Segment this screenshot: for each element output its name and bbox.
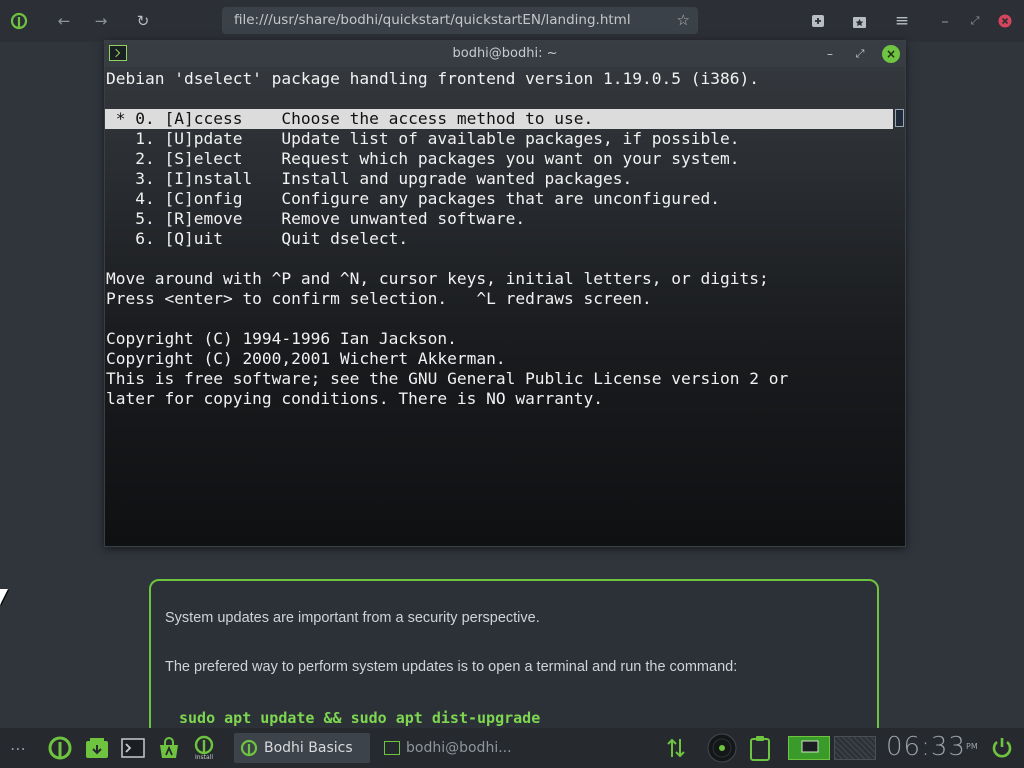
menu-item-update[interactable]: 1. [U]pdate Update list of available pac…	[105, 129, 905, 149]
bookmarks-icon[interactable]	[846, 8, 872, 34]
help-line: Move around with ^P and ^N, cursor keys,…	[106, 269, 769, 288]
menu-item-access[interactable]: * 0. [A]ccess Choose the access method t…	[105, 109, 893, 129]
reload-icon[interactable]: ↻	[130, 8, 156, 34]
task-label: bodhi@bodhi...	[406, 740, 512, 756]
menu-item-config[interactable]: 4. [C]onfig Configure any packages that …	[105, 189, 905, 209]
url-input[interactable]: file:///usr/share/bodhi/quickstart/quick…	[222, 7, 698, 34]
browser-toolbar: ← → ↻ file:///usr/share/bodhi/quickstart…	[0, 0, 1024, 42]
terminal-window[interactable]: bodhi@bodhi: ~ – ⤢ × Debian 'dselect' pa…	[104, 40, 906, 547]
license-line: This is free software; see the GNU Gener…	[106, 369, 789, 388]
menu-item-remove[interactable]: 5. [R]emove Remove unwanted software.	[105, 209, 905, 229]
terminal-title: bodhi@bodhi: ~	[452, 46, 558, 61]
terminal-titlebar[interactable]: bodhi@bodhi: ~ – ⤢ ×	[105, 41, 905, 67]
menu-item-install[interactable]: 3. [I]nstall Install and upgrade wanted …	[105, 169, 905, 189]
bookmark-star-icon[interactable]: ☆	[677, 11, 690, 29]
task-bodhi-basics[interactable]: Bodhi Basics	[234, 733, 370, 763]
desktop-pager-1[interactable]	[788, 736, 830, 760]
app-center-icon[interactable]	[155, 734, 183, 762]
task-terminal[interactable]: bodhi@bodhi...	[378, 733, 514, 763]
update-command: sudo apt update && sudo apt dist-upgrade	[179, 709, 541, 727]
help-line: Press <enter> to confirm selection. ^L r…	[106, 289, 652, 308]
clipboard-icon[interactable]	[746, 734, 774, 762]
copyright-line: Copyright (C) 1994-1996 Ian Jackson.	[106, 329, 457, 348]
menu-dots-icon[interactable]: ⋯	[4, 734, 32, 762]
terminal-icon	[384, 741, 400, 755]
terminal-minimize-icon[interactable]: –	[820, 44, 840, 64]
terminal-body[interactable]: Debian 'dselect' package handling fronte…	[105, 67, 905, 546]
terminal-line: Debian 'dselect' package handling fronte…	[106, 69, 759, 88]
text-cursor	[895, 109, 904, 127]
file-manager-icon[interactable]	[83, 734, 111, 762]
desktop-pager-2[interactable]	[834, 736, 876, 760]
menu-item-select[interactable]: 2. [S]elect Request which packages you w…	[105, 149, 905, 169]
terminal-maximize-icon[interactable]: ⤢	[850, 44, 870, 64]
url-text: file:///usr/share/bodhi/quickstart/quick…	[234, 12, 631, 28]
copyright-line: Copyright (C) 2000,2001 Wichert Akkerman…	[106, 349, 506, 368]
mouse-pointer-icon	[0, 589, 8, 605]
info-line-security: System updates are important from a secu…	[165, 610, 540, 626]
license-line: later for copying conditions. There is N…	[106, 389, 604, 408]
network-arrows-icon[interactable]	[662, 734, 690, 762]
terminal-close-icon[interactable]: ×	[882, 45, 900, 63]
install-label: Install	[194, 754, 214, 761]
bodhi-menu-icon[interactable]	[46, 734, 74, 762]
menu-item-quit[interactable]: 6. [Q]uit Quit dselect.	[105, 229, 905, 249]
media-disc-icon[interactable]	[706, 732, 738, 764]
minimize-icon[interactable]: –	[932, 8, 958, 34]
info-line-instructions: The prefered way to perform system updat…	[165, 659, 738, 675]
bodhi-logo-icon	[240, 739, 258, 757]
taskbar: ⋯ Install Bodhi Basics bodhi@bodhi... 06…	[0, 728, 1024, 768]
terminal-launcher-icon[interactable]	[119, 734, 147, 762]
forward-arrow-icon[interactable]: →	[88, 8, 114, 34]
clock-ampm: PM	[966, 742, 978, 751]
menu-icon[interactable]: ≡	[889, 8, 915, 34]
back-arrow-icon[interactable]: ←	[51, 8, 77, 34]
new-tab-icon[interactable]	[805, 8, 831, 34]
install-icon[interactable]: Install	[190, 734, 218, 762]
power-icon[interactable]	[988, 734, 1016, 762]
close-icon[interactable]	[992, 8, 1018, 34]
task-label: Bodhi Basics	[264, 740, 353, 756]
bodhi-logo-icon[interactable]	[6, 8, 32, 34]
restore-icon[interactable]: ⤢	[962, 8, 988, 34]
clock-time: 06:33	[886, 732, 966, 762]
